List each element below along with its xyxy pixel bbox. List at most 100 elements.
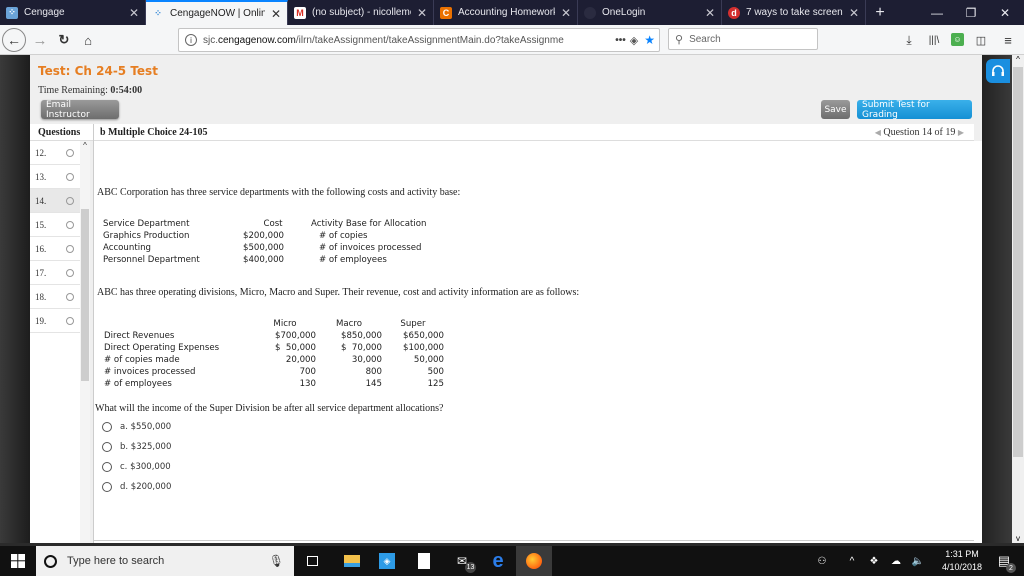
menu-button[interactable]: ≡ [1001,29,1015,51]
question-list-item[interactable]: 17. [30,261,80,285]
question-list-item[interactable]: 18. [30,285,80,309]
digitaltrends-icon: d [728,6,740,19]
status-circle-icon [66,148,74,157]
new-tab-button[interactable]: + [866,0,894,25]
help-button[interactable] [986,59,1010,83]
library-button[interactable]: |||\ [926,29,942,51]
question-list-item[interactable]: 15. [30,213,80,237]
hamburger-menu-icon: ≡ [1004,32,1012,48]
previous-question-icon[interactable]: ◀ [875,128,881,137]
mail-app-button[interactable]: ✉ 13 [452,551,476,573]
minimize-button[interactable]: — [922,0,952,25]
back-button[interactable]: ← [2,28,26,52]
scroll-down-icon[interactable]: v [1012,534,1024,543]
restore-button[interactable]: ❐ [956,0,986,25]
question-prompt: What will the income of the Super Divisi… [95,403,444,414]
page-actions-button[interactable]: ••• [615,35,626,46]
answer-choice-c[interactable]: c. $300,000 [102,462,171,472]
question-list-item[interactable]: 13. [30,165,80,189]
table-row: # of employees 130 145 125 [104,379,444,389]
question-list-item-current[interactable]: 14. [30,189,80,213]
status-circle-icon [66,220,74,229]
start-button[interactable] [0,546,36,576]
question-pager: ◀ Question 14 of 19 ▶ [875,127,964,138]
onedrive-tray-button[interactable]: ☁ [886,551,906,571]
bookmark-star-icon[interactable]: ★ [644,33,655,47]
close-tab-icon[interactable]: ✕ [849,6,859,20]
search-placeholder: Search [689,33,721,45]
chevron-up-icon: ^ [849,555,855,567]
close-tab-icon[interactable]: ✕ [271,7,281,21]
question-title: b Multiple Choice 24-105 [100,127,208,138]
site-info-icon[interactable]: i [185,34,197,46]
close-tab-icon[interactable]: ✕ [129,6,139,20]
next-question-icon[interactable]: ▶ [958,128,964,137]
tab-label: CengageNOW | Online te [170,8,265,19]
radio-button[interactable] [102,442,112,452]
close-window-button[interactable]: ✕ [990,0,1020,25]
tab-gmail[interactable]: M (no subject) - nicollemon ✕ [288,0,434,25]
table-row: Accounting $500,000 # of invoices proces… [103,243,422,253]
email-instructor-button[interactable]: Email Instructor [41,100,119,120]
url-bar[interactable]: i sjc.cengagenow.com/ilrn/takeAssignment… [178,28,660,52]
microphone-icon[interactable]: 🎙 [269,554,284,568]
task-view-icon [306,556,318,566]
question-list-item[interactable]: 19. [30,309,80,333]
answer-choice-d[interactable]: d. $200,000 [102,482,171,492]
extension-icon: ☺ [953,35,962,44]
search-bar[interactable]: ⚲ Search [668,28,818,50]
file-explorer-button[interactable] [342,551,362,571]
scroll-up-icon[interactable]: ^ [1012,55,1024,64]
tab-chegg[interactable]: C Accounting Homework | ✕ [434,0,578,25]
task-view-button[interactable] [302,551,322,571]
pocket-icon[interactable]: ◈ [630,34,638,47]
sidebar-button[interactable]: ◫ [974,29,988,51]
firefox-icon [526,553,542,569]
scrollbar-thumb[interactable] [1013,67,1023,457]
document-app-button[interactable] [414,551,434,571]
answer-choice-a[interactable]: a. $550,000 [102,422,171,432]
radio-button[interactable] [102,422,112,432]
radio-button[interactable] [102,462,112,472]
firefox-button[interactable] [516,546,552,576]
question-list-item[interactable]: 16. [30,237,80,261]
edge-browser-button[interactable]: e [488,550,508,572]
answer-choice-b[interactable]: b. $325,000 [102,442,171,452]
submit-test-button[interactable]: Submit Test for Grading [857,100,972,120]
close-tab-icon[interactable]: ✕ [561,6,571,20]
table-row: Graphics Production $200,000 # of copies [103,231,368,241]
tab-onelogin[interactable]: OneLogin ✕ [578,0,722,25]
page-right-margin [982,55,1012,543]
browser-tab-strip: ⁘ Cengage ✕ ⁘ CengageNOW | Online te ✕ M… [0,0,1024,25]
scrollbar-thumb[interactable] [81,209,89,381]
people-button[interactable]: ⚇ [812,551,832,571]
tab-digitaltrends[interactable]: d 7 ways to take screenshot ✕ [722,0,866,25]
dropbox-tray-button[interactable]: ❖ [864,551,884,571]
show-hidden-icons-button[interactable]: ^ [842,551,862,571]
status-circle-icon [66,316,74,325]
reload-button[interactable]: ↻ [56,29,72,51]
taskbar-search-box[interactable]: Type here to search 🎙 [36,546,294,576]
close-tab-icon[interactable]: ✕ [417,6,427,20]
tab-cengage[interactable]: ⁘ Cengage ✕ [0,0,146,25]
volume-button[interactable]: 🔈 [908,551,928,571]
store-app-button[interactable]: ◈ [377,551,397,571]
question-list: 12. 13. 14. 15. 16. 17. 18. 19. [30,141,80,543]
home-icon: ⌂ [84,32,92,48]
downloads-button[interactable]: ⤓ [902,29,916,51]
question-list-scrollbar[interactable]: ^ [80,141,90,543]
windows-taskbar: Type here to search 🎙 ◈ ✉ 13 e ⚇ ^ ❖ ☁ 🔈 … [0,546,1024,576]
page-scrollbar[interactable]: ^ v [1012,55,1024,543]
save-button[interactable]: Save [821,100,850,119]
tab-label: Accounting Homework | [458,7,555,18]
tab-cengagenow[interactable]: ⁘ CengageNOW | Online te ✕ [146,0,288,25]
radio-button[interactable] [102,482,112,492]
action-center-button[interactable]: ▤ 2 [994,551,1016,573]
close-tab-icon[interactable]: ✕ [705,6,715,20]
question-list-item[interactable]: 12. [30,141,80,165]
home-button[interactable]: ⌂ [80,29,96,51]
extension-button[interactable]: ☺ [951,33,964,46]
scroll-up-icon[interactable]: ^ [80,141,90,150]
system-clock[interactable]: 1:31 PM 4/10/2018 [934,548,990,574]
forward-button[interactable]: → [32,29,48,51]
